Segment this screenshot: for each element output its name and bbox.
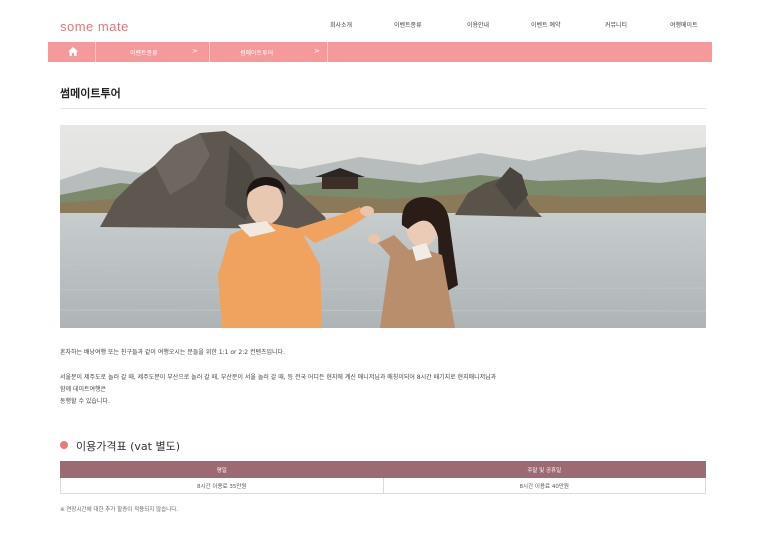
- description-line: 함께 데이트여행은: [60, 386, 107, 393]
- table-row: 8시간 이용료 35만원 8시간 이용료 40만원: [60, 477, 706, 494]
- divider: [60, 108, 706, 109]
- description-line: 혼자하는 배낭여행 또는 친구들과 같이 여행오시는 분들을 위한 1:1 or…: [60, 349, 285, 356]
- nav-item-event-booking[interactable]: 이벤트 예약: [531, 20, 561, 29]
- table-cell-weekend-price: 8시간 이용료 40만원: [382, 477, 706, 494]
- breadcrumb-item-event-types[interactable]: 이벤트종류 >: [96, 42, 210, 62]
- site-header: some mate 회사소개 이벤트종류 이용안내 이벤트 예약 커뮤니티 여행…: [0, 0, 760, 42]
- column-header-weekday: 평일: [60, 461, 384, 478]
- bullet-dot-icon: [60, 441, 68, 449]
- breadcrumb-item-label: 썸메이트투어: [240, 50, 274, 57]
- chevron-right-icon: >: [314, 47, 320, 55]
- nav-item-guide[interactable]: 이용안내: [467, 20, 489, 29]
- page-title: 썸메이트투어: [60, 87, 121, 100]
- breadcrumb-home[interactable]: [48, 42, 96, 62]
- price-section-title: 이용가격표 (vat 별도): [76, 440, 180, 453]
- description-line: 동행할 수 있습니다.: [60, 398, 110, 405]
- table-cell-weekday-price: 8시간 이용료 35만원: [60, 477, 384, 494]
- nav-item-community[interactable]: 커뮤니티: [605, 20, 627, 29]
- breadcrumb-item-label: 이벤트종류: [130, 50, 158, 57]
- nav-item-event-types[interactable]: 이벤트종류: [394, 20, 422, 29]
- column-header-weekend: 주말 및 공휴일: [382, 461, 706, 478]
- nav-item-travel-mate[interactable]: 여행메이트: [670, 20, 698, 29]
- price-table: 평일 주말 및 공휴일 8시간 이용료 35만원 8시간 이용료 40만원: [60, 461, 706, 494]
- chevron-right-icon: >: [192, 47, 198, 55]
- nav-item-company[interactable]: 회사소개: [330, 20, 352, 29]
- home-icon: [68, 47, 78, 56]
- table-header-row: 평일 주말 및 공휴일: [60, 461, 706, 478]
- main-nav: 회사소개 이벤트종류 이용안내 이벤트 예약 커뮤니티 여행메이트: [0, 20, 760, 32]
- breadcrumb: 이벤트종류 > 썸메이트투어 >: [48, 42, 712, 62]
- description-line: 서울분이 제주도로 놀러 갈 때, 제주도분이 부산으로 놀러 갈 때, 부산분…: [60, 374, 497, 381]
- pricing-note: ※ 연장시간에 대한 추가 할증이 적용되지 않습니다.: [60, 507, 179, 513]
- breadcrumb-item-current[interactable]: 썸메이트투어 >: [210, 42, 328, 62]
- hero-image: [60, 125, 706, 328]
